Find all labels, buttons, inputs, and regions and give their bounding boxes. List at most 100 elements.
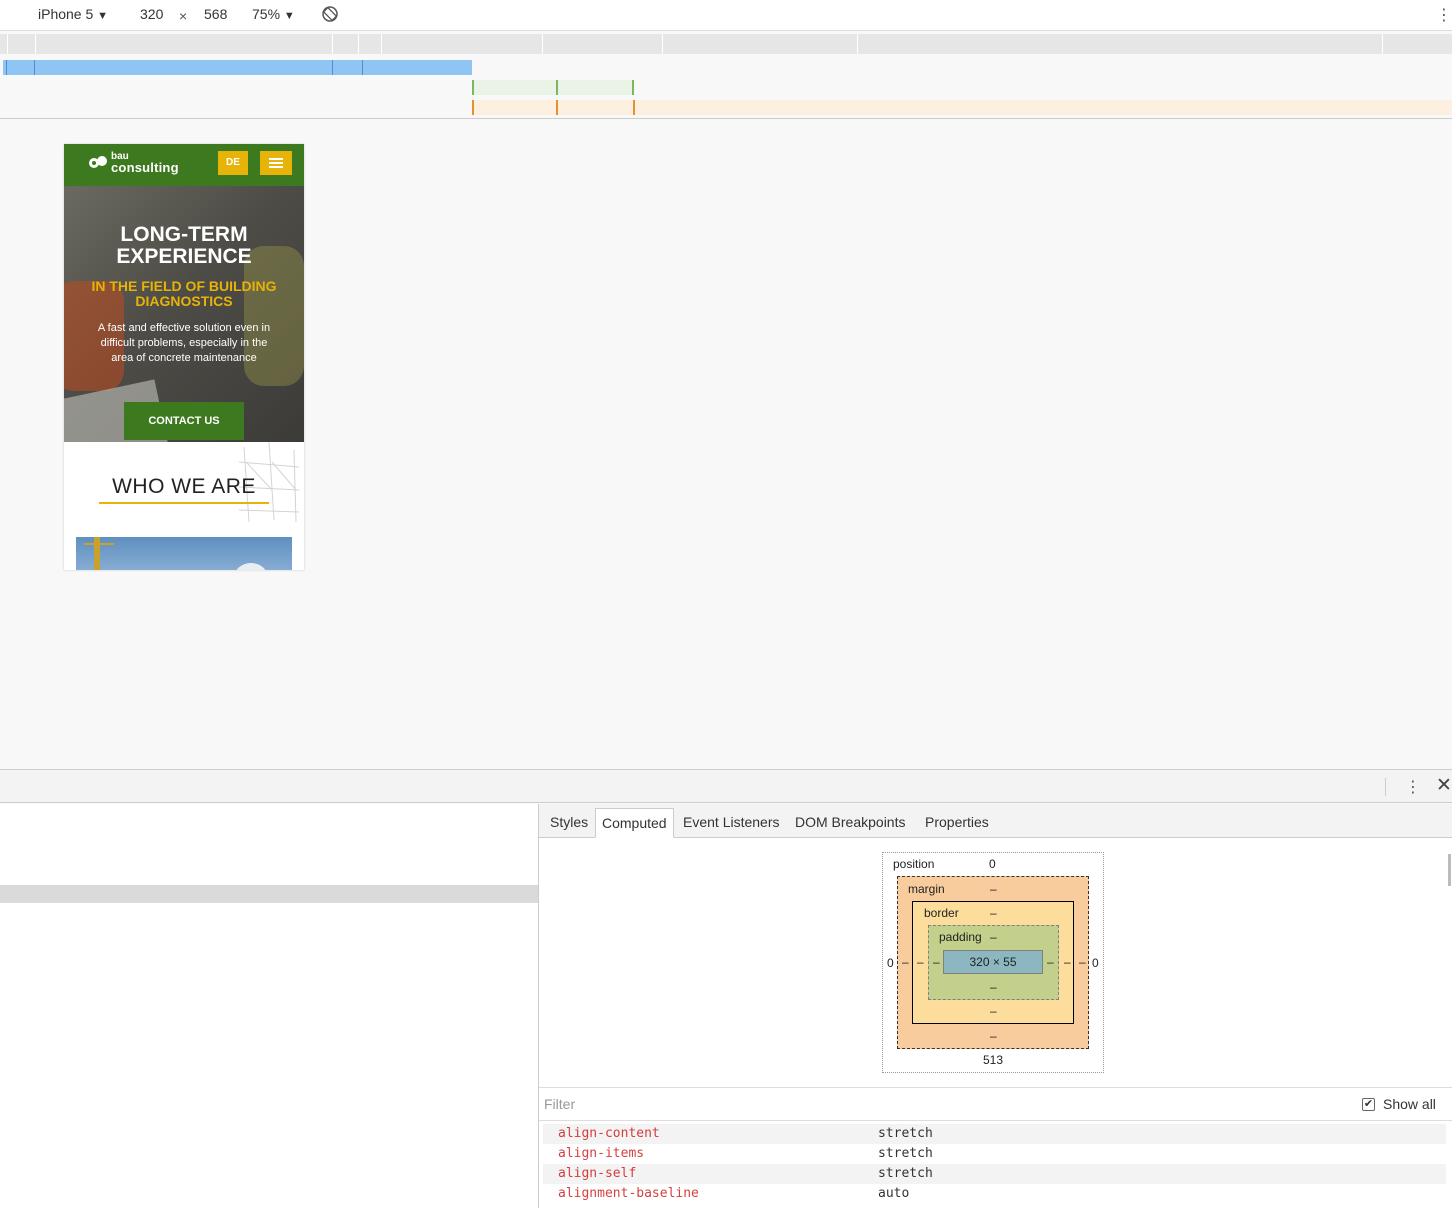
tab-event-listeners[interactable]: Event Listeners xyxy=(677,808,786,838)
min-max-media-query-bar[interactable] xyxy=(472,80,634,95)
border-label: border xyxy=(924,906,959,920)
construction-photo xyxy=(76,537,292,570)
position-top-value[interactable]: 0 xyxy=(989,857,996,871)
who-we-are-heading: WHO WE ARE xyxy=(112,475,256,498)
crane-arm-shape xyxy=(84,543,114,545)
margin-label: margin xyxy=(908,882,945,896)
box-model-content-size[interactable]: 320 × 55 xyxy=(943,950,1043,974)
computed-property-row[interactable]: alignment-baseline auto xyxy=(543,1184,1446,1204)
media-query-ruler[interactable] xyxy=(0,34,1452,54)
position-right-value[interactable]: 0 xyxy=(1092,956,1099,970)
hero-section: LONG-TERM EXPERIENCE IN THE FIELD OF BUI… xyxy=(64,186,304,442)
padding-right-value[interactable]: – xyxy=(1047,955,1054,969)
contact-us-button[interactable]: CONTACT US xyxy=(124,402,244,440)
margin-top-value[interactable]: – xyxy=(990,882,997,896)
crane-shape xyxy=(94,537,100,570)
border-top-value[interactable]: – xyxy=(990,906,997,920)
show-all-label[interactable]: Show all xyxy=(1383,1096,1436,1112)
property-name: align-items xyxy=(558,1146,645,1161)
height-input[interactable]: 568 xyxy=(204,6,227,22)
device-viewport[interactable]: bau consulting DE LONG-TERM EXPERIENCE I… xyxy=(64,144,304,570)
show-all-checkbox[interactable]: ✔ xyxy=(1362,1098,1375,1111)
padding-bottom-value[interactable]: – xyxy=(990,980,997,994)
property-value: auto xyxy=(878,1186,910,1201)
zoom-select[interactable]: 75% ▼ xyxy=(252,6,295,22)
device-name: iPhone 5 xyxy=(38,6,94,22)
divider xyxy=(0,118,1452,119)
sidebar-tabs: Styles Computed Event Listeners DOM Brea… xyxy=(539,804,1452,838)
border-left-value[interactable]: – xyxy=(917,955,924,969)
sidebar-pane: Styles Computed Event Listeners DOM Brea… xyxy=(539,804,1452,1208)
mq-tick xyxy=(1382,34,1383,54)
padding-left-value[interactable]: – xyxy=(933,955,940,969)
zoom-value: 75% xyxy=(252,6,281,22)
property-name: align-self xyxy=(558,1166,637,1181)
drawer-more-icon[interactable]: ⋮ xyxy=(1405,777,1421,797)
toolbar-separator xyxy=(1385,778,1386,796)
hero-title: LONG-TERM EXPERIENCE xyxy=(116,223,252,268)
mq-marker xyxy=(472,100,474,115)
site-header: bau consulting DE xyxy=(64,144,304,186)
filter-input[interactable]: Filter xyxy=(544,1096,575,1112)
mq-tick xyxy=(857,34,858,54)
mq-tick xyxy=(542,34,543,54)
filter-bar: Filter ✔ Show all xyxy=(539,1087,1452,1121)
min-width-media-query-bar[interactable] xyxy=(472,100,1452,115)
mq-marker xyxy=(633,100,635,115)
property-value: stretch xyxy=(878,1146,933,1161)
mq-marker xyxy=(556,100,558,115)
selected-node-row[interactable] xyxy=(0,885,538,903)
dome-shape xyxy=(234,563,268,570)
position-left-value[interactable]: 0 xyxy=(887,956,894,970)
computed-property-row[interactable]: align-content stretch xyxy=(543,1124,1446,1144)
box-model-border: border – – – – padding – – – – 320 × 55 xyxy=(912,901,1074,1024)
hero-subtitle: IN THE FIELD OF BUILDING DIAGNOSTICS xyxy=(91,278,277,309)
close-icon[interactable]: ✕ xyxy=(1436,774,1452,797)
language-button[interactable]: DE xyxy=(218,151,248,175)
mq-tick xyxy=(662,34,663,54)
box-model-margin: margin – – – – border – – – – padding – … xyxy=(897,876,1089,1049)
mq-tick xyxy=(7,34,8,54)
width-input[interactable]: 320 xyxy=(140,6,163,22)
box-model-position: position 0 0 0 513 margin – – – – border… xyxy=(882,852,1104,1073)
device-toolbar: iPhone 5 ▼ 320 × 568 75% ▼ ⋮ xyxy=(0,0,1452,31)
computed-property-row[interactable]: align-self stretch xyxy=(543,1164,1446,1184)
mq-marker xyxy=(556,80,558,95)
hamburger-menu-icon[interactable] xyxy=(260,151,292,175)
logo-mark-icon xyxy=(89,156,107,168)
border-right-value[interactable]: – xyxy=(1064,955,1071,969)
toolbar-more-icon[interactable]: ⋮ xyxy=(1436,5,1452,25)
mq-marker xyxy=(632,80,634,95)
border-bottom-value[interactable]: – xyxy=(990,1004,997,1018)
property-value: stretch xyxy=(878,1126,933,1141)
padding-top-value[interactable]: – xyxy=(990,930,997,944)
mq-marker xyxy=(6,60,7,75)
padding-label: padding xyxy=(939,930,982,944)
tab-properties[interactable]: Properties xyxy=(919,808,995,838)
margin-left-value[interactable]: – xyxy=(902,955,909,969)
margin-bottom-value[interactable]: – xyxy=(990,1029,997,1043)
elements-tree-pane[interactable] xyxy=(0,804,538,1208)
hero-description: A fast and effective solution even in di… xyxy=(97,322,271,364)
drawer-toolbar: ⋮ ✕ xyxy=(0,770,1452,803)
logo-text-consulting: consulting xyxy=(111,160,179,175)
device-caret-icon: ▼ xyxy=(97,10,109,22)
computed-property-row[interactable]: align-items stretch xyxy=(543,1144,1446,1164)
mq-tick xyxy=(332,34,333,54)
position-bottom-value[interactable]: 513 xyxy=(983,1053,1003,1067)
tab-styles[interactable]: Styles xyxy=(544,808,594,838)
margin-right-value[interactable]: – xyxy=(1079,955,1086,969)
box-model-padding: padding – – – – 320 × 55 xyxy=(928,925,1059,1000)
rotate-icon[interactable] xyxy=(321,5,339,26)
mq-marker xyxy=(332,60,333,75)
max-width-media-query-bar[interactable] xyxy=(3,60,472,75)
property-name: alignment-baseline xyxy=(558,1186,699,1201)
device-select[interactable]: iPhone 5 ▼ xyxy=(38,6,108,22)
scrollbar[interactable] xyxy=(1448,854,1451,886)
mq-marker xyxy=(362,60,363,75)
tab-computed[interactable]: Computed xyxy=(595,808,674,838)
heading-underline xyxy=(99,502,269,504)
times-icon: × xyxy=(179,8,188,24)
mq-tick xyxy=(358,34,359,54)
tab-dom-breakpoints[interactable]: DOM Breakpoints xyxy=(789,808,911,838)
